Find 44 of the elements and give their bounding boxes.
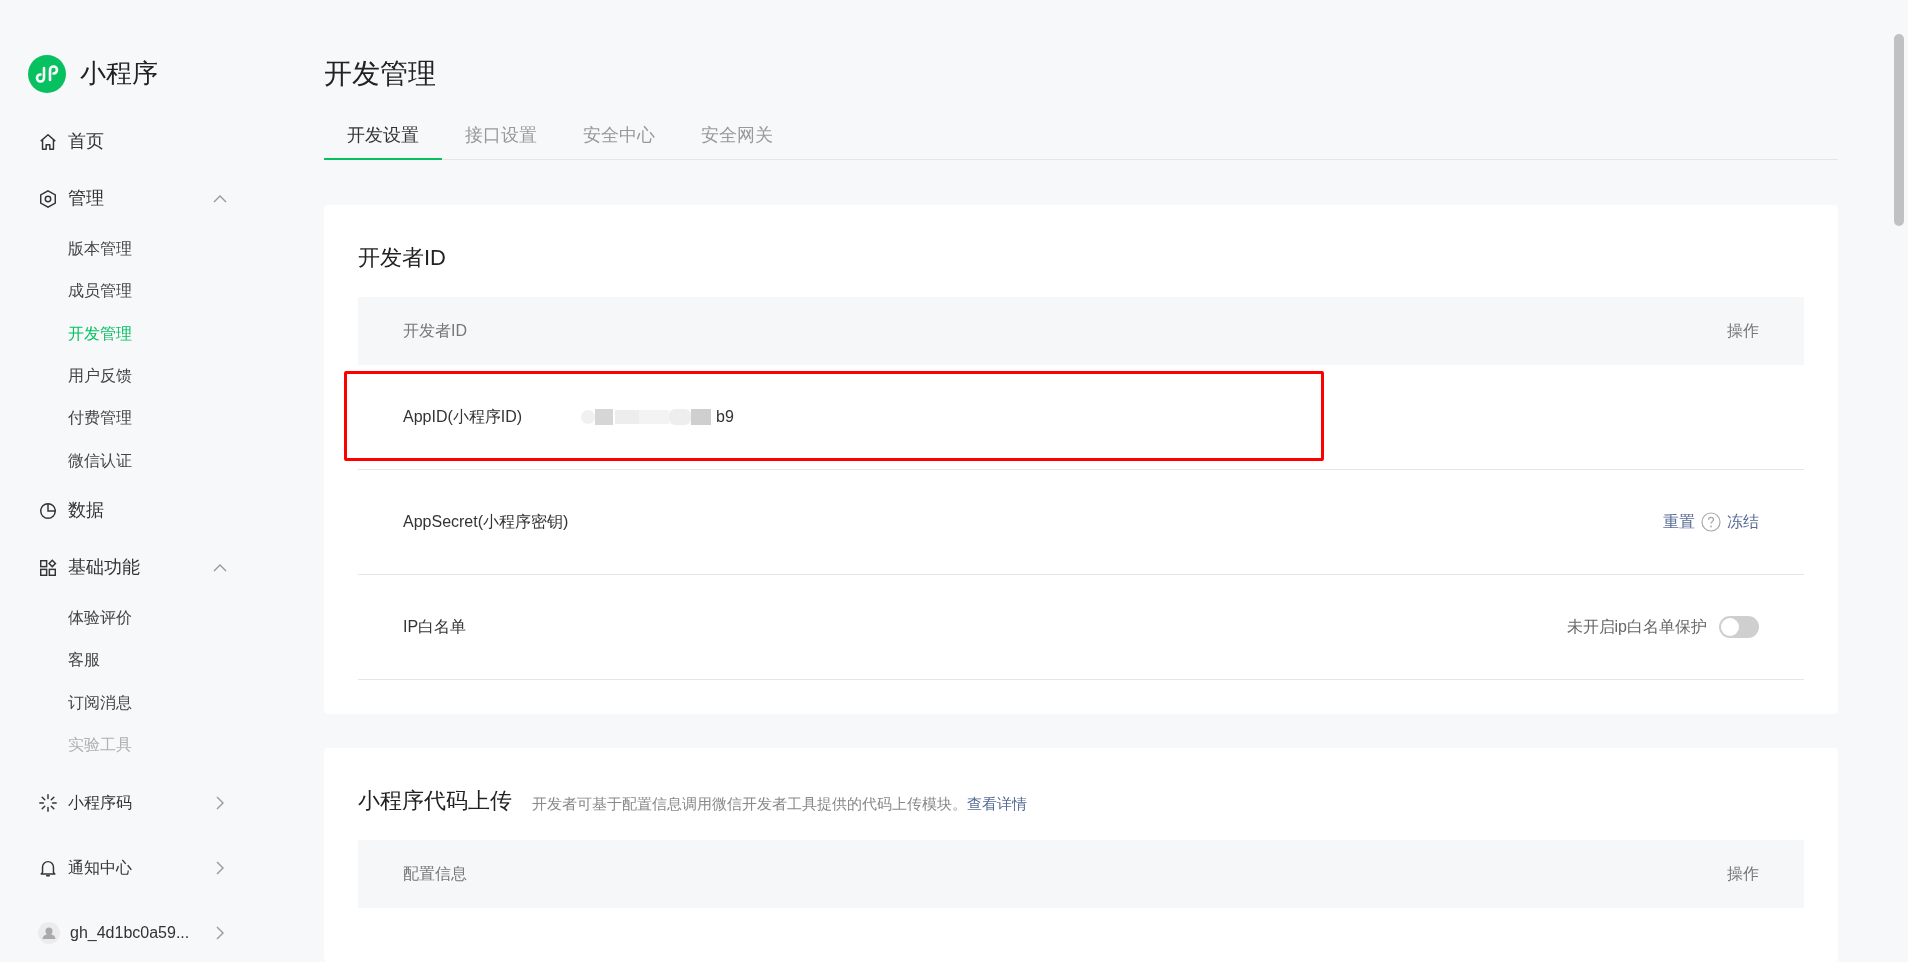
column-header: 操作 bbox=[1727, 321, 1759, 341]
logo-text: 小程序 bbox=[80, 57, 158, 90]
page-title: 开发管理 bbox=[324, 57, 436, 91]
sidebar-subitem[interactable]: 客服 bbox=[68, 648, 100, 673]
details-link[interactable]: 查看详情 bbox=[967, 795, 1027, 812]
logo-icon bbox=[28, 54, 66, 93]
card-title: 小程序代码上传 bbox=[358, 787, 512, 815]
action-link[interactable]: 冻结 bbox=[1727, 510, 1759, 534]
sidebar-subitem[interactable]: 微信认证 bbox=[68, 448, 132, 473]
row-label: AppSecret(小程序密钥) bbox=[403, 512, 570, 532]
card-description: 开发者可基于配置信息调用微信开发者工具提供的代码上传模块。查看详情 bbox=[532, 794, 1027, 814]
row-label: IP白名单 bbox=[403, 617, 468, 637]
sidebar-item[interactable]: 小程序码 bbox=[68, 790, 202, 815]
sidebar-item[interactable]: 数据 bbox=[68, 497, 228, 525]
action-link[interactable]: 重置 bbox=[1663, 510, 1695, 534]
sidebar-item[interactable]: 基础功能 bbox=[68, 554, 202, 582]
avatar-icon bbox=[38, 922, 60, 945]
sidebar-subitem[interactable]: 体验评价 bbox=[68, 605, 132, 630]
row-label: AppID(小程序ID) bbox=[403, 407, 524, 427]
sidebar-item[interactable]: 通知中心 bbox=[68, 856, 202, 881]
grid-icon bbox=[38, 557, 58, 578]
hexagon-icon bbox=[38, 188, 58, 209]
sidebar-subitem[interactable]: 付费管理 bbox=[68, 406, 132, 431]
tab[interactable]: 开发设置 bbox=[324, 112, 442, 160]
bell-icon bbox=[38, 858, 58, 879]
sidebar-subitem[interactable]: 用户反馈 bbox=[68, 364, 132, 388]
sidebar-item[interactable]: gh_4d1bc0a59... bbox=[70, 921, 202, 946]
scrollbar[interactable] bbox=[1894, 34, 1904, 226]
sidebar-item[interactable]: 首页 bbox=[68, 128, 228, 156]
sidebar-subitem[interactable]: 版本管理 bbox=[68, 236, 132, 261]
home-icon bbox=[38, 131, 58, 152]
app-id-value: b9 bbox=[716, 407, 734, 427]
toggle-label: 未开启ip白名单保护 bbox=[1566, 617, 1707, 637]
sidebar-item[interactable]: 管理 bbox=[68, 185, 202, 213]
pie-chart-icon bbox=[38, 500, 58, 521]
column-header: 操作 bbox=[1727, 864, 1759, 884]
column-header: 配置信息 bbox=[403, 864, 467, 884]
card-title: 开发者ID bbox=[358, 244, 446, 272]
burst-icon bbox=[38, 792, 58, 813]
sidebar-subitem[interactable]: 订阅消息 bbox=[68, 690, 132, 715]
column-header: 开发者ID bbox=[403, 321, 467, 341]
toggle-switch[interactable] bbox=[1719, 616, 1759, 638]
sidebar-subitem[interactable]: 成员管理 bbox=[68, 279, 132, 304]
help-icon[interactable] bbox=[1701, 512, 1721, 532]
